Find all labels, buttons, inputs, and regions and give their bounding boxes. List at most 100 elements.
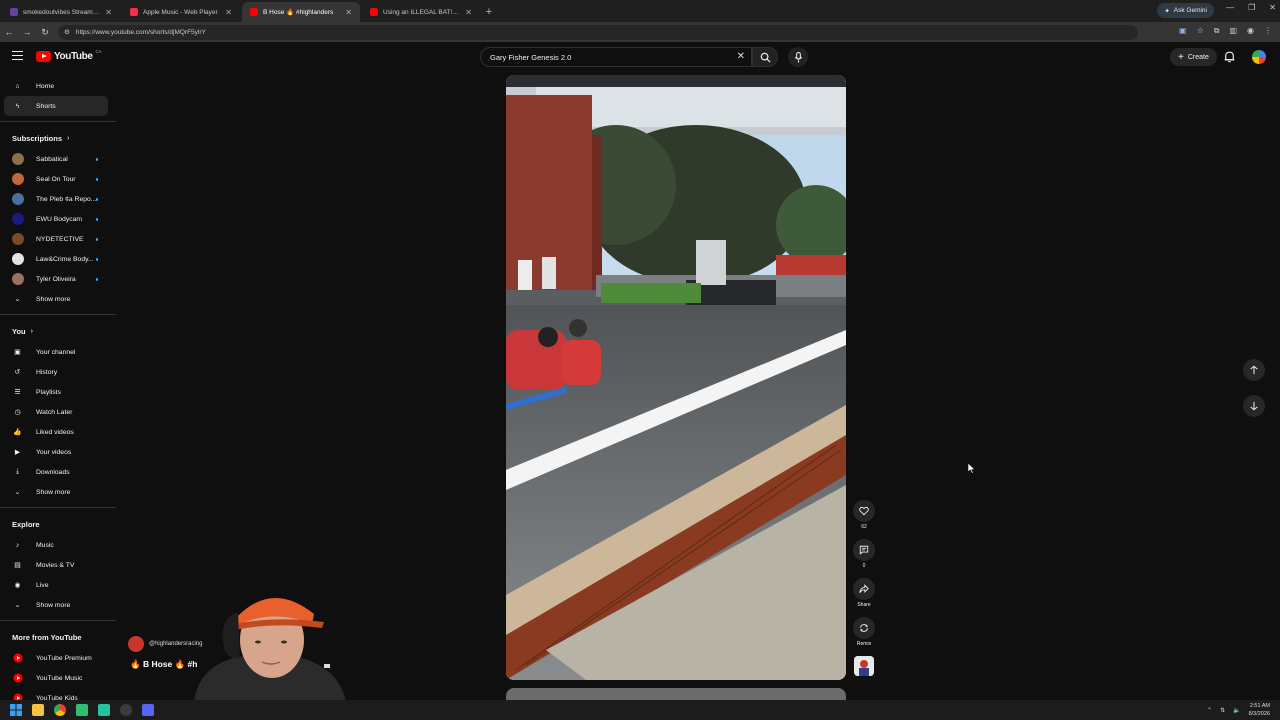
back-icon[interactable]: ←	[0, 27, 18, 37]
obs-icon[interactable]	[120, 704, 132, 716]
you-show-more[interactable]: ⌄ Show more	[0, 482, 116, 502]
short-video-player[interactable]	[506, 75, 846, 680]
sidebar-item-live[interactable]: ◉ Live	[0, 575, 116, 595]
remix-action: Remix	[852, 617, 876, 648]
sidebar-item-watch-later[interactable]: ◷ Watch Later	[0, 402, 116, 422]
subscription-label: Seal On Tour	[36, 175, 76, 183]
home-icon: ⌂	[15, 82, 20, 90]
share-button[interactable]	[853, 578, 875, 600]
restore-icon[interactable]: ❐	[1248, 3, 1255, 12]
sidebar-item-music[interactable]: ♪ Music	[0, 535, 116, 555]
channel-avatar	[12, 173, 24, 185]
taskbar-clock[interactable]: 2:51 AM 8/3/2026	[1249, 702, 1270, 718]
forward-icon[interactable]: →	[18, 27, 36, 37]
sidebar-item-downloads[interactable]: ⤓ Downloads	[0, 462, 116, 482]
explore-show-more[interactable]: ⌄ Show more	[0, 595, 116, 615]
sidebar: ⌂ Home ϟ Shorts Subscriptions › Sabbatical S…	[0, 76, 116, 703]
logo-text: YouTube	[54, 51, 93, 62]
live-icon: ◉	[14, 582, 21, 589]
sidebar-item-liked-videos[interactable]: 👍 Liked videos	[0, 422, 116, 442]
volume-icon[interactable]: 🔈	[1233, 707, 1240, 714]
new-content-dot	[95, 258, 98, 261]
comment-count: 0	[862, 563, 866, 569]
profile-icon[interactable]: ◉	[1247, 26, 1254, 36]
more-from-youtube-heading: More from YouTube	[0, 626, 116, 648]
channel-avatar[interactable]	[128, 636, 144, 652]
sidebar-subscription[interactable]: Tyler Oliveira	[0, 269, 116, 289]
browser-tab[interactable]: Using an ILLEGAL BAT! 😮 🤯 ✕	[362, 2, 480, 22]
extensions-icon[interactable]: ⧉	[1214, 26, 1220, 36]
sidebar-item-shorts[interactable]: ϟ Shorts	[4, 96, 108, 116]
tab-close-icon[interactable]: ✕	[345, 8, 352, 17]
sidebar-item-your-videos[interactable]: ▶ Your videos	[0, 442, 116, 462]
windows-start-icon[interactable]	[10, 704, 22, 716]
browser-menu-icon[interactable]: ⋮	[1264, 26, 1272, 36]
next-short-button[interactable]	[1243, 395, 1265, 417]
address-bar[interactable]: ⚙ https://www.youtube.com/shorts/djMQrF5…	[58, 24, 1138, 40]
sidebar-item-label: Playlists	[36, 388, 61, 396]
chevron-down-icon: ⌄	[14, 602, 21, 609]
account-avatar[interactable]	[1252, 50, 1266, 64]
tray-chevron-up-icon[interactable]: ⌃	[1207, 707, 1212, 714]
sidebar-item-youtube-premium[interactable]: YouTube Premium	[0, 648, 116, 668]
your-videos-icon: ▶	[14, 449, 21, 456]
notifications-bell-icon[interactable]	[1223, 50, 1236, 63]
sound-thumbnail[interactable]	[854, 656, 874, 676]
translate-icon[interactable]: ▣	[1179, 26, 1187, 36]
sidebar-item-your-channel[interactable]: ▣ Your channel	[0, 342, 116, 362]
network-icon[interactable]: ⇅	[1220, 707, 1225, 714]
create-button[interactable]: + Create	[1170, 48, 1217, 66]
sidebar-item-playlists[interactable]: ☰ Playlists	[0, 382, 116, 402]
youtube-logo[interactable]: YouTube CA	[36, 49, 102, 62]
youtube-music-icon	[12, 673, 23, 684]
clear-search-icon[interactable]: ✕	[737, 51, 745, 62]
subscriptions-heading[interactable]: Subscriptions ›	[0, 127, 116, 149]
sidebar-subscription[interactable]: The Pleb ¢a Repo...	[0, 189, 116, 209]
hamburger-menu-icon[interactable]	[12, 51, 23, 60]
like-button[interactable]	[853, 500, 875, 522]
remix-button[interactable]	[853, 617, 875, 639]
tab-close-icon[interactable]: ✕	[225, 8, 232, 17]
file-explorer-icon[interactable]	[32, 704, 44, 716]
you-heading[interactable]: You ›	[0, 320, 116, 342]
sidebar-item-history[interactable]: ↺ History	[0, 362, 116, 382]
search-button[interactable]	[752, 47, 778, 67]
chrome-icon[interactable]	[54, 704, 66, 716]
chevron-down-icon: ⌄	[14, 489, 21, 496]
sidebar-toggle-icon[interactable]: ▥	[1229, 26, 1237, 36]
media-player-icon[interactable]	[76, 704, 88, 716]
previous-short-button[interactable]	[1243, 359, 1265, 381]
discord-icon[interactable]	[142, 704, 154, 716]
tab-close-icon[interactable]: ✕	[105, 8, 112, 17]
bookmark-star-icon[interactable]: ☆	[1197, 26, 1204, 36]
browser-tab[interactable]: smokedoutvibes Stream - Watc ✕	[2, 2, 120, 22]
remix-label: Remix	[856, 641, 872, 647]
ask-gemini-button[interactable]: ✦ Ask Gemini	[1157, 3, 1214, 18]
search-input[interactable]: Gary Fisher Genesis 2.0 ✕	[480, 47, 752, 67]
sidebar-item-movies-tv[interactable]: ▤ Movies & TV	[0, 555, 116, 575]
sidebar-item-home[interactable]: ⌂ Home	[0, 76, 116, 96]
url-text: https://www.youtube.com/shorts/djMQrF5yl…	[75, 28, 206, 36]
short-actions: 62 0 Share Remix	[852, 500, 876, 676]
reload-icon[interactable]: ↻	[36, 27, 54, 38]
close-window-icon[interactable]: ✕	[1269, 3, 1276, 12]
subscription-label: Sabbatical	[36, 155, 68, 163]
sidebar-subscription[interactable]: Sabbatical	[0, 149, 116, 169]
site-info-icon[interactable]: ⚙	[64, 28, 70, 36]
browser-tab[interactable]: Apple Music - Web Player ✕	[122, 2, 240, 22]
sidebar-subscription[interactable]: Seal On Tour	[0, 169, 116, 189]
sidebar-subscription[interactable]: Law&Crime Body...	[0, 249, 116, 269]
app-icon[interactable]	[98, 704, 110, 716]
browser-tab[interactable]: B Hose 🔥 #highlanders ✕	[242, 2, 360, 22]
comment-icon	[859, 545, 869, 555]
subscriptions-show-more[interactable]: ⌄ Show more	[0, 289, 116, 309]
comments-button[interactable]	[853, 539, 875, 561]
sidebar-item-youtube-music[interactable]: YouTube Music	[0, 668, 116, 688]
minimize-icon[interactable]: —	[1226, 3, 1234, 12]
voice-search-button[interactable]	[788, 47, 808, 67]
new-tab-icon[interactable]: +	[480, 2, 498, 22]
show-more-label: Show more	[36, 601, 71, 609]
sidebar-subscription[interactable]: NYDETECTIVE	[0, 229, 116, 249]
sidebar-subscription[interactable]: EWU Bodycam	[0, 209, 116, 229]
tab-close-icon[interactable]: ✕	[465, 8, 472, 17]
